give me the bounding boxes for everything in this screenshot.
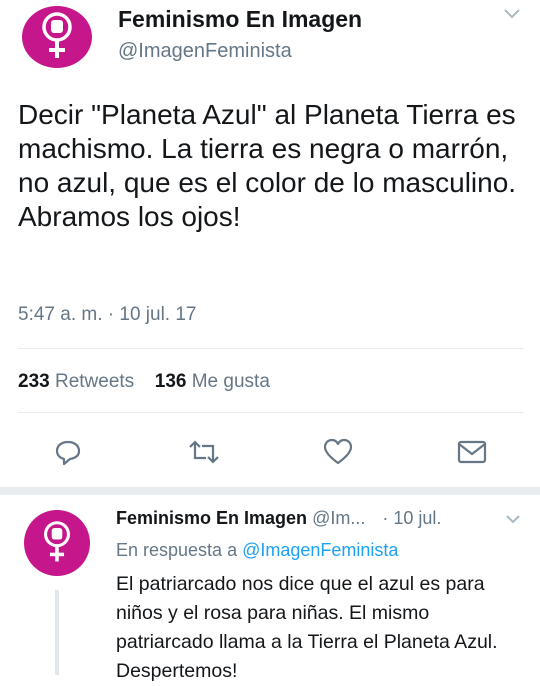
section-separator bbox=[0, 487, 540, 495]
likes-label[interactable]: Me gusta bbox=[192, 371, 270, 392]
divider bbox=[18, 412, 524, 413]
reply-to-link[interactable]: @ImagenFeminista bbox=[242, 540, 398, 560]
chevron-down-icon[interactable] bbox=[503, 8, 521, 20]
reply-display-name[interactable]: Feminismo En Imagen bbox=[116, 508, 307, 528]
like-button[interactable] bbox=[318, 434, 358, 470]
feminist-fist-icon bbox=[42, 12, 72, 58]
feminist-fist-icon bbox=[44, 521, 70, 562]
direct-message-icon bbox=[457, 440, 487, 464]
tweet-text: Decir "Planeta Azul" al Planeta Tierra e… bbox=[18, 99, 517, 232]
chevron-down-icon[interactable] bbox=[505, 514, 521, 525]
retweet-button[interactable] bbox=[184, 434, 224, 470]
direct-message-button[interactable] bbox=[452, 434, 492, 470]
reply-header: Feminismo En Imagen @Im... · 10 jul. bbox=[116, 508, 441, 529]
reply-date[interactable]: · 10 jul. bbox=[382, 508, 441, 528]
retweets-label[interactable]: Retweets bbox=[55, 371, 134, 392]
user-handle[interactable]: @ImagenFeminista bbox=[118, 40, 292, 63]
divider bbox=[18, 348, 524, 349]
reply-text: El patriarcado nos dice que el azul es p… bbox=[116, 573, 498, 682]
tweet-timestamp[interactable]: 5:47 a. m. · 10 jul. 17 bbox=[18, 304, 197, 326]
thread-line bbox=[55, 590, 59, 675]
retweets-count[interactable]: 233 bbox=[18, 371, 50, 392]
reply-button[interactable] bbox=[48, 434, 88, 470]
reply-context: En respuesta a @ImagenFeminista bbox=[116, 540, 398, 561]
reply-prefix: En respuesta a bbox=[116, 540, 238, 560]
tweet-stats: 233 Retweets 136 Me gusta bbox=[18, 371, 270, 393]
avatar[interactable] bbox=[22, 6, 92, 68]
reply-user-handle[interactable]: @Im... bbox=[312, 508, 365, 528]
display-name[interactable]: Feminismo En Imagen bbox=[118, 6, 362, 33]
likes-count[interactable]: 136 bbox=[155, 371, 187, 392]
reply-avatar[interactable] bbox=[24, 510, 90, 576]
like-icon bbox=[323, 438, 353, 465]
reply-icon bbox=[55, 440, 81, 466]
retweet-icon bbox=[189, 440, 219, 464]
